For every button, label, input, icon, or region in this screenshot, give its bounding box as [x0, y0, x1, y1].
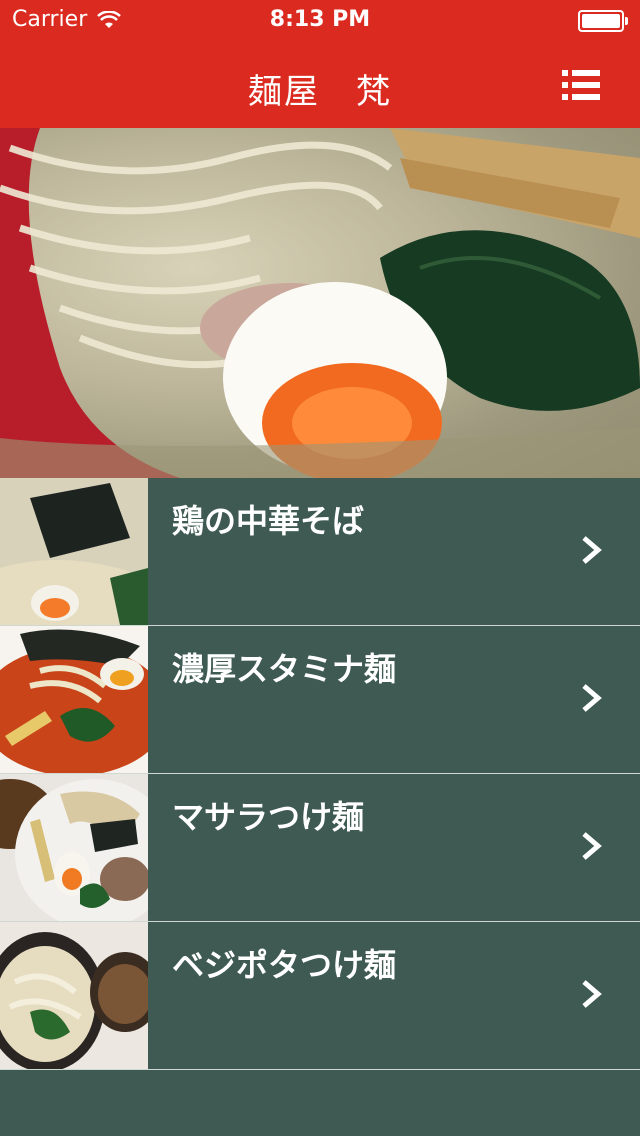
item-title: 濃厚スタミナ麺 — [172, 650, 397, 688]
hero-ramen-photo — [0, 128, 640, 478]
list-menu-button[interactable] — [562, 70, 600, 100]
battery-icon — [578, 10, 628, 32]
page-title: 麺屋 梵 — [248, 72, 392, 112]
list-item[interactable]: マサラつけ麺 — [0, 774, 640, 922]
menu-list: 鶏の中華そば 濃厚スタミナ麺 マサラつけ麺 ベジポタつけ麺 — [0, 478, 640, 1070]
item-title: マサラつけ麺 — [172, 798, 365, 836]
chevron-right-icon — [582, 536, 602, 564]
list-item[interactable]: 濃厚スタミナ麺 — [0, 626, 640, 774]
item-title: ベジポタつけ麺 — [172, 946, 397, 984]
status-bar: Carrier 8:13 PM — [0, 0, 640, 40]
chevron-right-icon — [582, 980, 602, 1008]
thumbnail-image — [0, 478, 148, 625]
thumbnail-image — [0, 922, 148, 1069]
nav-bar: Carrier 8:13 PM 麺屋 梵 — [0, 0, 640, 128]
list-item[interactable]: ベジポタつけ麺 — [0, 922, 640, 1070]
list-icon — [562, 70, 600, 100]
thumbnail-image — [0, 774, 148, 921]
list-item[interactable]: 鶏の中華そば — [0, 478, 640, 626]
chevron-right-icon — [582, 684, 602, 712]
status-time: 8:13 PM — [269, 7, 371, 32]
thumbnail-image — [0, 626, 148, 773]
chevron-right-icon — [582, 832, 602, 860]
item-title: 鶏の中華そば — [172, 502, 365, 540]
